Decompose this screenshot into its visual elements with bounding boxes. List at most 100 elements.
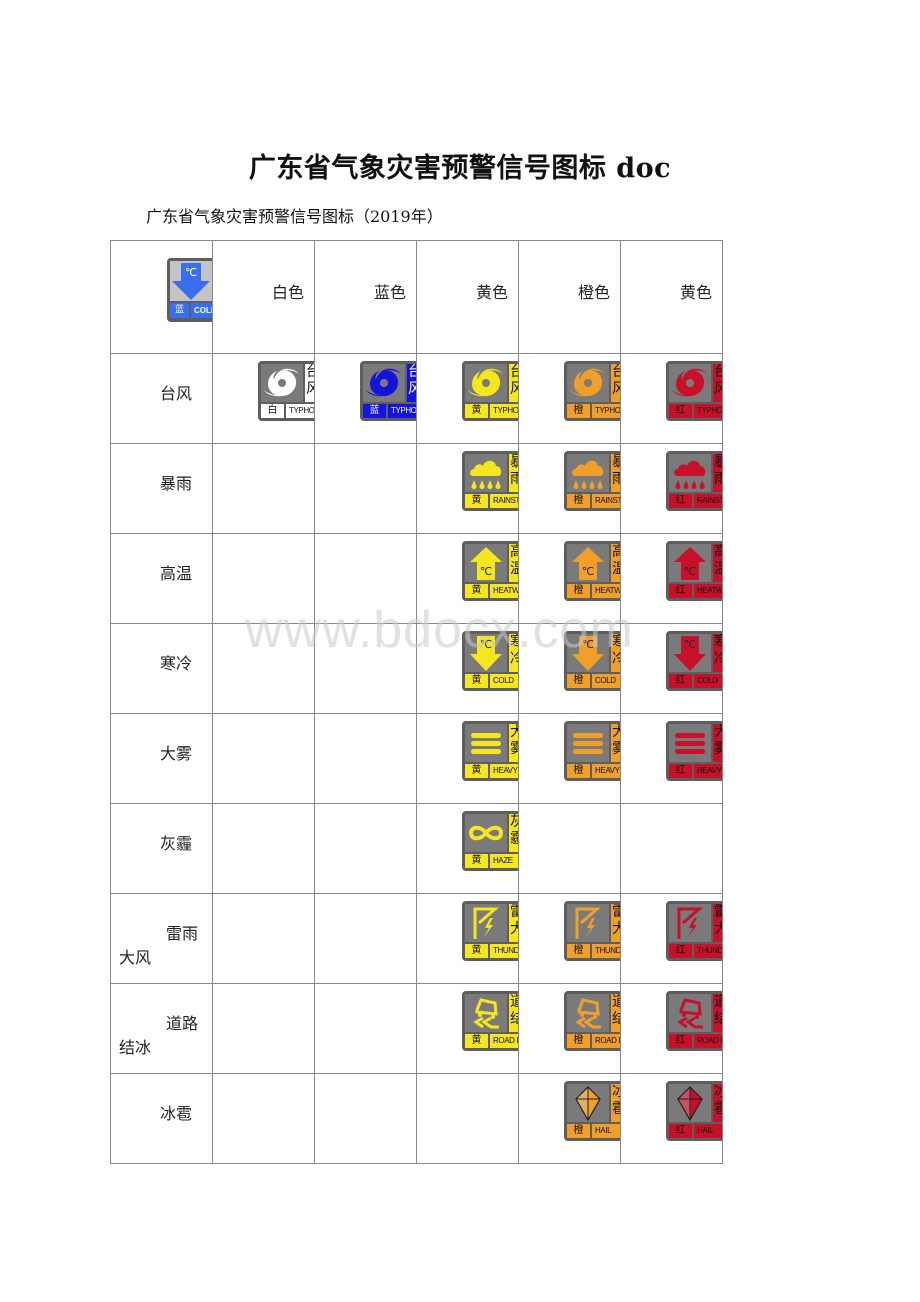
heat-yellow-warning-icon: ℃ 高温 黄 HEATWAVE [462, 541, 518, 601]
signal-cell-yellow: ℃ 高温 黄 HEATWAVE [416, 533, 519, 624]
svg-text:℃: ℃ [582, 638, 594, 651]
rainstorm-red-warning-icon: 暴雨 红 RAINSTORM [666, 451, 722, 511]
header-orange: 橙色 [518, 240, 621, 354]
typhoon-white-warning-icon: 台风 白 TYPHOON [258, 361, 314, 421]
signal-cell-red: ℃ 高温 红 HEATWAVE [620, 533, 723, 624]
signal-cell-white [212, 893, 315, 984]
svg-text:℃: ℃ [684, 565, 696, 578]
signal-cell-blue [314, 713, 417, 804]
signal-cell-white [212, 1073, 315, 1164]
thunder-orange-warning-icon: 雷大 橙 THUNDER GALE [564, 901, 620, 961]
warning-signal-table: ℃ 蓝 COLD 白色 蓝色 黄色 橙色 黄色 台风 台风 白 TYPHOON [110, 240, 723, 1164]
row-label: 台风 [159, 384, 192, 403]
svg-text:℃: ℃ [684, 638, 696, 651]
table-row: 台风 台风 白 TYPHOON 台风 蓝 TYPHOON 台风 黄 TYPHOO… [110, 353, 723, 444]
row-label: 灰霾 [159, 834, 192, 853]
road-ice-red-warning-icon: 道结 红 ROAD ICING [666, 991, 722, 1051]
signal-cell-yellow: 道结 黄 ROAD ICING [416, 983, 519, 1074]
row-label-cell: 暴雨 [110, 443, 213, 534]
thunder-red-warning-icon: 雷大 红 THUNDER GALE [666, 901, 722, 961]
header-red: 黄色 [620, 240, 723, 354]
fog-orange-warning-icon: 大雾 橙 HEAVY FOG [564, 721, 620, 781]
signal-cell-blue: 台风 蓝 TYPHOON [314, 353, 417, 444]
thunder-yellow-warning-icon: 雷大 黄 THUNDER GALE [462, 901, 518, 961]
typhoon-red-warning-icon: 台风 红 TYPHOON [666, 361, 722, 421]
signal-cell-orange: 雷大 橙 THUNDER GALE [518, 893, 621, 984]
rainstorm-yellow-warning-icon: 暴雨 黄 RAINSTORM [462, 451, 518, 511]
signal-cell-blue [314, 1073, 417, 1164]
cold-red-warning-icon: ℃ 寒冷 红 COLD [666, 631, 722, 691]
signal-cell-blue [314, 893, 417, 984]
hail-orange-warning-icon: 冰雹 橙 HAIL [564, 1081, 620, 1141]
row-label: 大雾 [159, 744, 192, 763]
signal-cell-white [212, 623, 315, 714]
table-row: 大雾 大雾 黄 HEAVY FOG 大雾 橙 HEAVY FOG 大雾 红 HE… [110, 713, 723, 804]
row-label: 雷雨 大风 [119, 924, 198, 967]
hail-red-warning-icon: 冰雹 红 HAIL [666, 1081, 722, 1141]
document-subtitle: 广东省气象灾害预警信号图标（2019年） [146, 207, 443, 226]
signal-cell-blue [314, 533, 417, 624]
signal-cell-yellow: 雷大 黄 THUNDER GALE [416, 893, 519, 984]
signal-cell-blue [314, 803, 417, 894]
header-blue: 蓝色 [314, 240, 417, 354]
typhoon-orange-warning-icon: 台风 橙 TYPHOON [564, 361, 620, 421]
fog-red-warning-icon: 大雾 红 HEAVY FOG [666, 721, 722, 781]
header-white: 白色 [212, 240, 315, 354]
table-row: 雷雨大风 雷大 黄 THUNDER GALE 雷大 橙 THUNDER GALE… [110, 893, 723, 984]
signal-cell-yellow: 台风 黄 TYPHOON [416, 353, 519, 444]
svg-text:℃: ℃ [185, 266, 197, 279]
table-row: 高温 ℃ 高温 黄 HEATWAVE ℃ 高温 橙 HEATWAVE ℃ 高温 … [110, 533, 723, 624]
header-icon-cell: ℃ 蓝 COLD [110, 240, 213, 354]
signal-cell-red: 大雾 红 HEAVY FOG [620, 713, 723, 804]
signal-cell-red: 雷大 红 THUNDER GALE [620, 893, 723, 984]
signal-cell-blue [314, 983, 417, 1074]
signal-cell-yellow: 灰霾 黄 HAZE [416, 803, 519, 894]
row-label-cell: 道路 结冰 [110, 983, 213, 1074]
signal-cell-orange: 大雾 橙 HEAVY FOG [518, 713, 621, 804]
table-row: 灰霾 灰霾 黄 HAZE [110, 803, 723, 894]
signal-cell-yellow: ℃ 寒冷 黄 COLD [416, 623, 519, 714]
row-label: 道路 结冰 [119, 1014, 198, 1057]
road-ice-orange-warning-icon: 道结 橙 ROAD ICING [564, 991, 620, 1051]
signal-cell-orange: 台风 橙 TYPHOON [518, 353, 621, 444]
signal-cell-white [212, 803, 315, 894]
cold-orange-warning-icon: ℃ 寒冷 橙 COLD [564, 631, 620, 691]
signal-cell-yellow: 暴雨 黄 RAINSTORM [416, 443, 519, 534]
typhoon-blue-warning-icon: 台风 蓝 TYPHOON [360, 361, 416, 421]
table-row: 暴雨 暴雨 黄 RAINSTORM 暴雨 橙 RAINSTORM 暴雨 红 RA… [110, 443, 723, 534]
road-ice-yellow-warning-icon: 道结 黄 ROAD ICING [462, 991, 518, 1051]
signal-cell-white [212, 443, 315, 534]
signal-cell-orange: ℃ 寒冷 橙 COLD [518, 623, 621, 714]
row-label: 高温 [159, 564, 192, 583]
row-label-cell: 冰雹 [110, 1073, 213, 1164]
svg-text:℃: ℃ [582, 565, 594, 578]
row-label-cell: 雷雨 大风 [110, 893, 213, 984]
svg-text:℃: ℃ [480, 565, 492, 578]
table-header-row: ℃ 蓝 COLD 白色 蓝色 黄色 橙色 黄色 [110, 240, 723, 354]
cold-wave-blue-icon: ℃ 蓝 COLD [167, 258, 212, 322]
typhoon-yellow-warning-icon: 台风 黄 TYPHOON [462, 361, 518, 421]
signal-cell-orange: 冰雹 橙 HAIL [518, 1073, 621, 1164]
rainstorm-orange-warning-icon: 暴雨 橙 RAINSTORM [564, 451, 620, 511]
row-label: 冰雹 [159, 1104, 192, 1123]
signal-cell-white [212, 533, 315, 624]
signal-cell-orange [518, 803, 621, 894]
signal-cell-red: 道结 红 ROAD ICING [620, 983, 723, 1074]
haze-yellow-warning-icon: 灰霾 黄 HAZE [462, 811, 518, 871]
row-label: 暴雨 [159, 474, 192, 493]
heat-red-warning-icon: ℃ 高温 红 HEATWAVE [666, 541, 722, 601]
row-label-cell: 灰霾 [110, 803, 213, 894]
signal-cell-white: 台风 白 TYPHOON [212, 353, 315, 444]
signal-cell-red: ℃ 寒冷 红 COLD [620, 623, 723, 714]
svg-text:℃: ℃ [480, 638, 492, 651]
signal-cell-yellow [416, 1073, 519, 1164]
row-label-cell: 高温 [110, 533, 213, 624]
signal-cell-orange: ℃ 高温 橙 HEATWAVE [518, 533, 621, 624]
signal-cell-blue [314, 623, 417, 714]
cold-yellow-warning-icon: ℃ 寒冷 黄 COLD [462, 631, 518, 691]
row-label-cell: 大雾 [110, 713, 213, 804]
signal-cell-white [212, 713, 315, 804]
row-label-cell: 寒冷 [110, 623, 213, 714]
signal-cell-yellow: 大雾 黄 HEAVY FOG [416, 713, 519, 804]
signal-cell-blue [314, 443, 417, 534]
